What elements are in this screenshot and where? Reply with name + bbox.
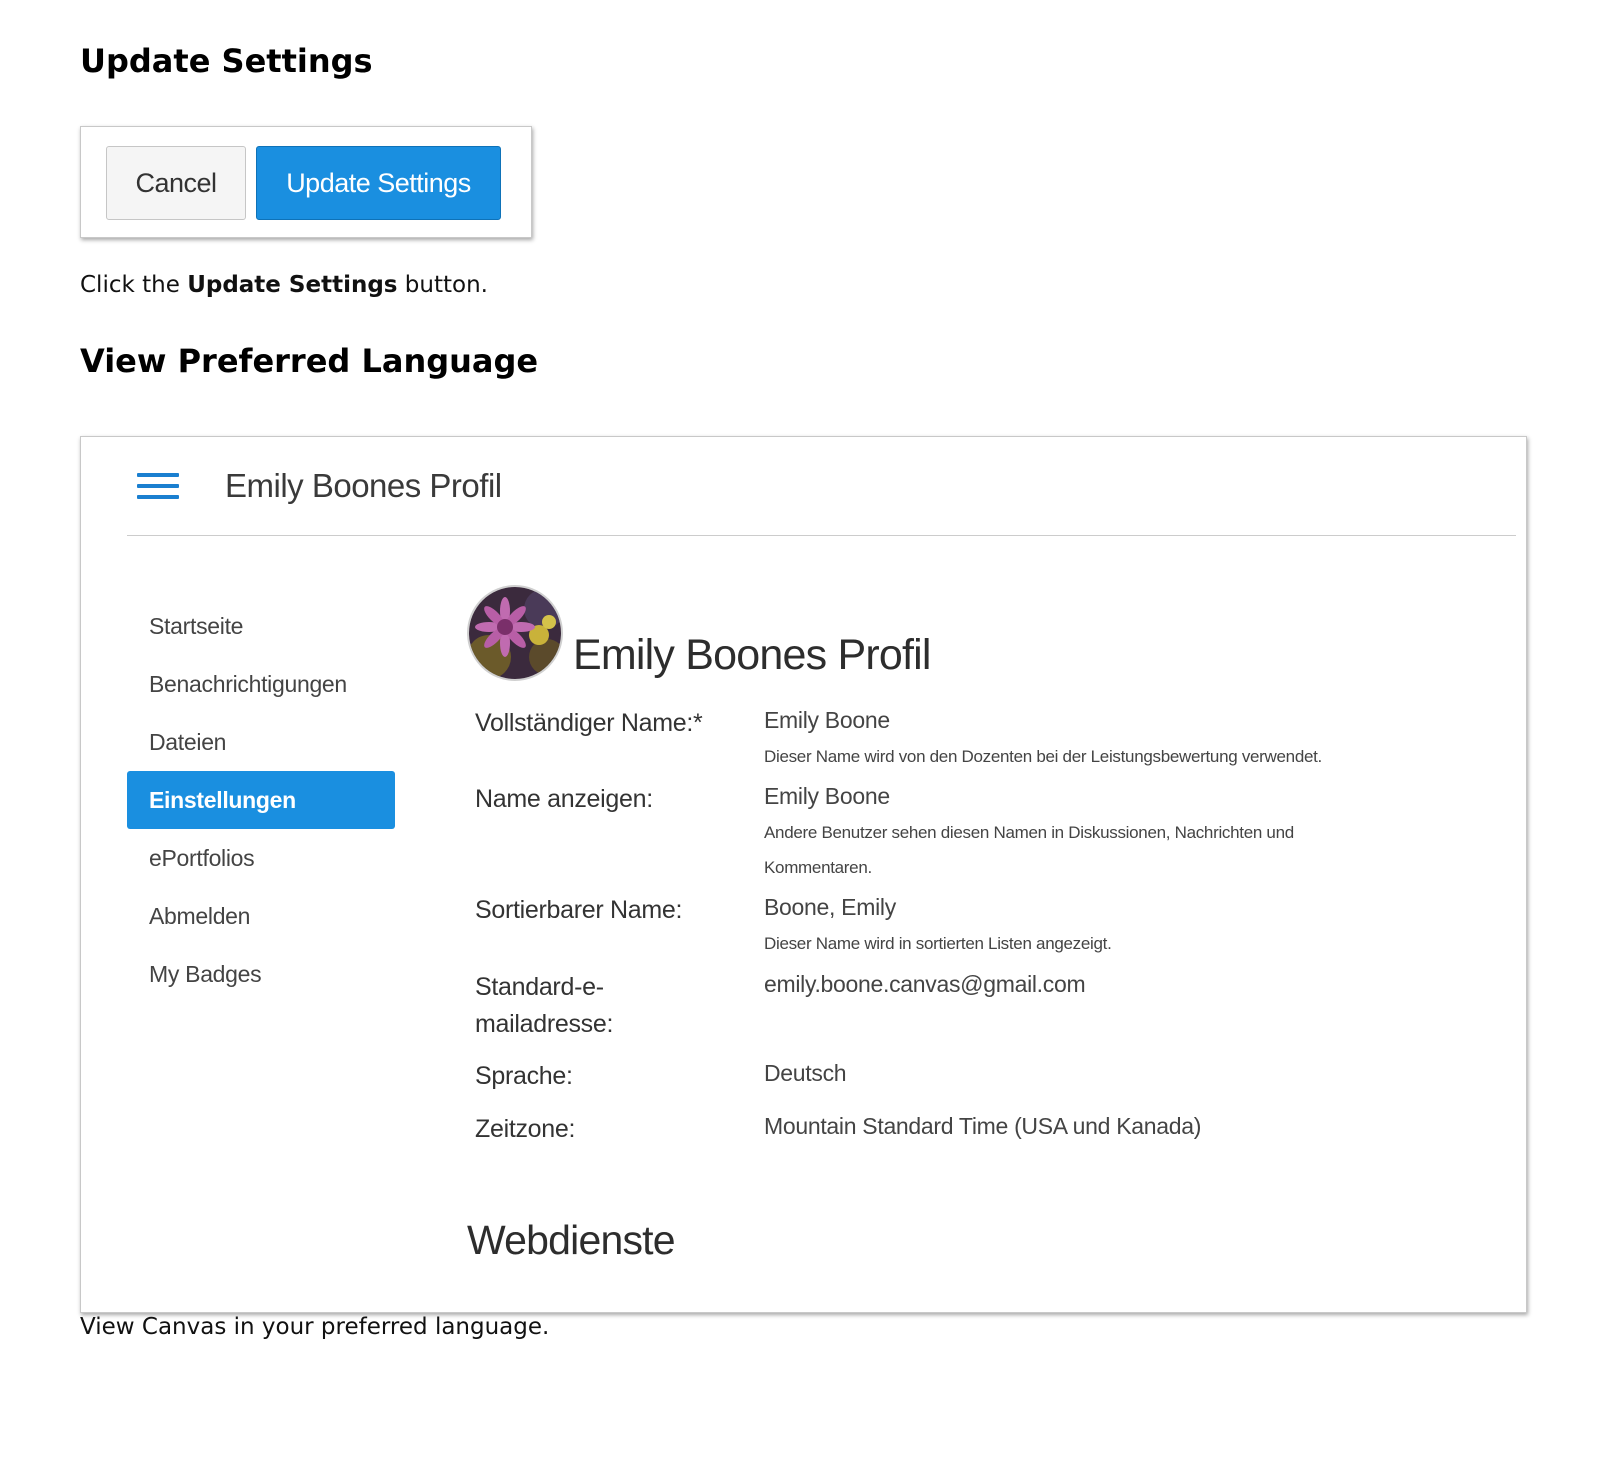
web-services-heading: Webdienste [467, 1217, 676, 1263]
caption-text: View Canvas in your preferred language. [80, 1314, 550, 1340]
update-settings-button[interactable]: Update Settings [256, 146, 501, 220]
email-value: emily.boone.canvas@gmail.com [764, 971, 1086, 997]
flower-avatar-image [469, 587, 561, 679]
timezone-value: Mountain Standard Time (USA und Kanada) [764, 1113, 1202, 1139]
button-panel-screenshot: Cancel Update Settings [80, 126, 532, 238]
display-name-label: Name anzeigen: [475, 785, 653, 813]
instruction-text: Click the Update Settings button. [80, 272, 488, 298]
sidebar-item-einstellungen[interactable]: Einstellungen [127, 771, 395, 829]
display-name-hint: Andere Benutzer sehen diesen Namen in Di… [764, 823, 1294, 877]
hamburger-menu-icon[interactable] [137, 473, 179, 501]
cancel-button[interactable]: Cancel [106, 146, 246, 220]
header-title: Emily Boones Profil [225, 467, 502, 504]
section-heading-preferred-language: View Preferred Language [80, 342, 539, 380]
header-divider [127, 535, 1516, 536]
instruction-bold: Update Settings [187, 272, 398, 298]
language-label: Sprache: [475, 1062, 573, 1090]
avatar[interactable] [467, 585, 563, 681]
profile-sidebar-nav: Startseite Benachrichtigungen Dateien Ei… [127, 597, 395, 1003]
full-name-hint: Dieser Name wird von den Dozenten bei de… [764, 747, 1322, 766]
sidebar-item-benachrichtigungen[interactable]: Benachrichtigungen [127, 655, 395, 713]
sidebar-item-dateien[interactable]: Dateien [127, 713, 395, 771]
sidebar-item-eportfolios[interactable]: ePortfolios [127, 829, 395, 887]
instruction-prefix: Click the [80, 272, 188, 298]
section-heading-update-settings: Update Settings [80, 42, 373, 80]
sortable-name-hint: Dieser Name wird in sortierten Listen an… [764, 934, 1112, 953]
profile-title: Emily Boones Profil [573, 631, 931, 679]
timezone-label: Zeitzone: [475, 1115, 576, 1143]
full-name-label: Vollständiger Name:* [475, 709, 703, 737]
sidebar-item-my-badges[interactable]: My Badges [127, 945, 395, 1003]
sortable-name-value: Boone, Emily [764, 894, 896, 920]
sidebar-item-abmelden[interactable]: Abmelden [127, 887, 395, 945]
language-value: Deutsch [764, 1060, 847, 1086]
sortable-name-label: Sortierbarer Name: [475, 896, 683, 924]
email-label: Standard-e-mailadresse: [475, 973, 614, 1038]
display-name-value: Emily Boone [764, 783, 890, 809]
full-name-value: Emily Boone [764, 707, 890, 733]
sidebar-item-startseite[interactable]: Startseite [127, 597, 395, 655]
instruction-suffix: button. [397, 272, 488, 298]
profile-screenshot: Emily Boones Profil Startseite Benachric… [80, 436, 1527, 1313]
